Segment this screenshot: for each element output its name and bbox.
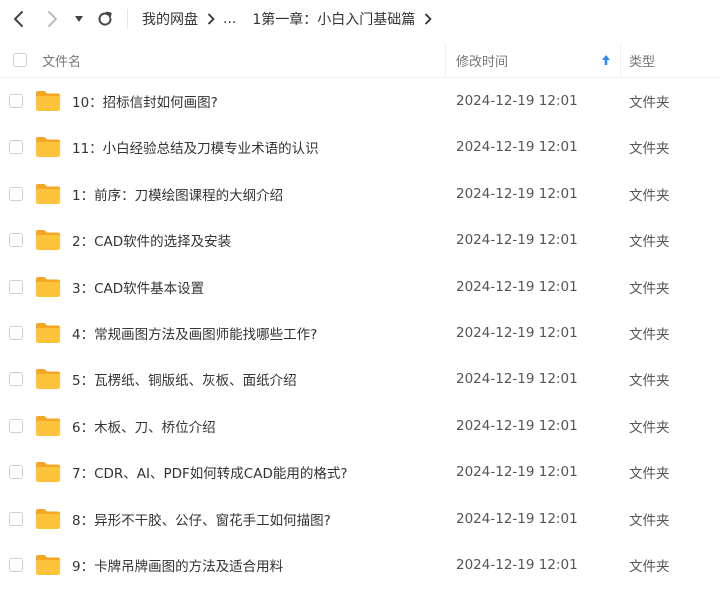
row-checkbox[interactable] (9, 140, 23, 155)
refresh-icon (98, 11, 112, 26)
file-type: 文件夹 (629, 327, 670, 343)
folder-icon (36, 415, 60, 436)
breadcrumb-current[interactable]: 1第一章：小白入门基础篇 (252, 9, 415, 29)
file-modified-time: 2024-12-19 12:01 (456, 232, 578, 249)
folder-icon (36, 323, 60, 343)
file-row[interactable]: 9：卡牌吊牌画图的方法及适合用料 2024-12-19 12:01 文件夹 (0, 542, 720, 588)
folder-icon (36, 183, 60, 204)
file-modified-time: 2024-12-19 12:01 (456, 417, 578, 434)
toolbar-divider (127, 9, 128, 29)
file-row[interactable]: 3：CAD软件基本设置 2024-12-19 12:01 文件夹 (0, 264, 720, 310)
column-divider[interactable] (445, 43, 446, 77)
column-header-name[interactable]: 文件名 (42, 43, 81, 77)
file-type: 文件夹 (629, 373, 670, 390)
breadcrumb: 我的网盘 ... 1第一章：小白入门基础篇 (142, 8, 440, 30)
row-checkbox[interactable] (9, 418, 23, 433)
file-row[interactable]: 2：CAD软件的选择及安装 2024-12-19 12:01 文件夹 (0, 217, 720, 263)
back-button[interactable] (8, 9, 28, 29)
file-modified-time: 2024-12-19 12:01 (456, 185, 578, 202)
select-all-checkbox[interactable] (13, 43, 27, 77)
file-type: 文件夹 (629, 187, 670, 204)
file-name[interactable]: 1：前序：刀模绘图课程的大纲介绍 (72, 171, 283, 217)
folder-icon (36, 91, 60, 111)
file-name[interactable]: 8：异形不干胶、公仔、窗花手工如何描图? (72, 496, 331, 542)
row-checkbox[interactable] (9, 372, 23, 387)
file-name[interactable]: 11：小白经验总结及刀模专业术语的认识 (72, 124, 319, 170)
chevron-right-icon (48, 11, 57, 27)
file-row[interactable]: 5：瓦楞纸、铜版纸、灰板、面纸介绍 2024-12-19 12:01 文件夹 (0, 356, 720, 402)
file-type: 文件夹 (629, 280, 670, 297)
folder-icon (36, 462, 60, 483)
history-dropdown-button[interactable] (71, 9, 87, 29)
file-name[interactable]: 3：CAD软件基本设置 (72, 264, 204, 310)
file-name[interactable]: 6：木板、刀、桥位介绍 (72, 403, 216, 449)
column-divider[interactable] (620, 43, 621, 77)
row-checkbox[interactable] (9, 279, 23, 294)
breadcrumb-ellipsis[interactable]: ... (223, 11, 236, 27)
file-row[interactable]: 6：木板、刀、桥位介绍 2024-12-19 12:01 文件夹 (0, 403, 720, 449)
breadcrumb-separator-icon (207, 13, 215, 25)
breadcrumb-separator-icon (424, 13, 432, 25)
file-list-header: 文件名 修改时间 类型 (0, 43, 720, 78)
folder-icon (36, 508, 60, 529)
file-modified-time: 2024-12-19 12:01 (456, 139, 578, 156)
file-modified-time: 2024-12-19 12:01 (456, 371, 578, 388)
file-row[interactable]: 4：常规画图方法及画图师能找哪些工作? 2024-12-19 12:01 文件夹 (0, 310, 720, 356)
sort-ascending-icon[interactable] (601, 43, 611, 77)
file-type: 文件夹 (629, 559, 670, 575)
row-checkbox[interactable] (9, 511, 23, 526)
file-modified-time: 2024-12-19 12:01 (456, 510, 578, 527)
chevron-left-icon (14, 11, 23, 27)
file-name[interactable]: 5：瓦楞纸、铜版纸、灰板、面纸介绍 (72, 356, 297, 402)
breadcrumb-root[interactable]: 我的网盘 (142, 9, 198, 29)
folder-icon (36, 369, 60, 390)
row-checkbox[interactable] (9, 186, 23, 201)
folder-icon (36, 555, 60, 575)
folder-icon (36, 137, 60, 158)
toolbar: 我的网盘 ... 1第一章：小白入门基础篇 (0, 0, 720, 38)
folder-icon (36, 276, 60, 297)
refresh-button[interactable] (95, 9, 115, 29)
file-name[interactable]: 10：招标信封如何画图? (72, 78, 218, 124)
file-name[interactable]: 7：CDR、AI、PDF如何转成CAD能用的格式? (72, 449, 348, 495)
caret-down-icon (75, 16, 83, 22)
file-type: 文件夹 (629, 466, 670, 483)
file-row[interactable]: 8：异形不干胶、公仔、窗花手工如何描图? 2024-12-19 12:01 文件夹 (0, 496, 720, 542)
file-modified-time: 2024-12-19 12:01 (456, 464, 578, 481)
file-modified-time: 2024-12-19 12:01 (456, 93, 578, 109)
row-checkbox[interactable] (9, 94, 23, 108)
file-type: 文件夹 (629, 95, 670, 111)
row-checkbox[interactable] (9, 233, 23, 248)
forward-button[interactable] (43, 9, 63, 29)
file-modified-time: 2024-12-19 12:01 (456, 278, 578, 295)
folder-icon (36, 230, 60, 251)
file-type: 文件夹 (629, 512, 670, 529)
file-type: 文件夹 (629, 234, 670, 251)
file-name[interactable]: 4：常规画图方法及画图师能找哪些工作? (72, 310, 317, 356)
file-name[interactable]: 2：CAD软件的选择及安装 (72, 217, 231, 263)
column-header-type[interactable]: 类型 (629, 43, 655, 77)
file-row[interactable]: 10：招标信封如何画图? 2024-12-19 12:01 文件夹 (0, 78, 720, 124)
file-type: 文件夹 (629, 141, 670, 158)
file-row[interactable]: 1：前序：刀模绘图课程的大纲介绍 2024-12-19 12:01 文件夹 (0, 171, 720, 217)
row-checkbox[interactable] (9, 326, 23, 340)
column-header-modified[interactable]: 修改时间 (456, 43, 508, 77)
row-checkbox[interactable] (9, 465, 23, 480)
file-name[interactable]: 9：卡牌吊牌画图的方法及适合用料 (72, 542, 283, 588)
file-row[interactable]: 11：小白经验总结及刀模专业术语的认识 2024-12-19 12:01 文件夹 (0, 124, 720, 170)
file-modified-time: 2024-12-19 12:01 (456, 557, 578, 573)
file-type: 文件夹 (629, 419, 670, 436)
file-modified-time: 2024-12-19 12:01 (456, 325, 578, 341)
row-checkbox[interactable] (9, 558, 23, 572)
file-row[interactable]: 7：CDR、AI、PDF如何转成CAD能用的格式? 2024-12-19 12:0… (0, 449, 720, 495)
